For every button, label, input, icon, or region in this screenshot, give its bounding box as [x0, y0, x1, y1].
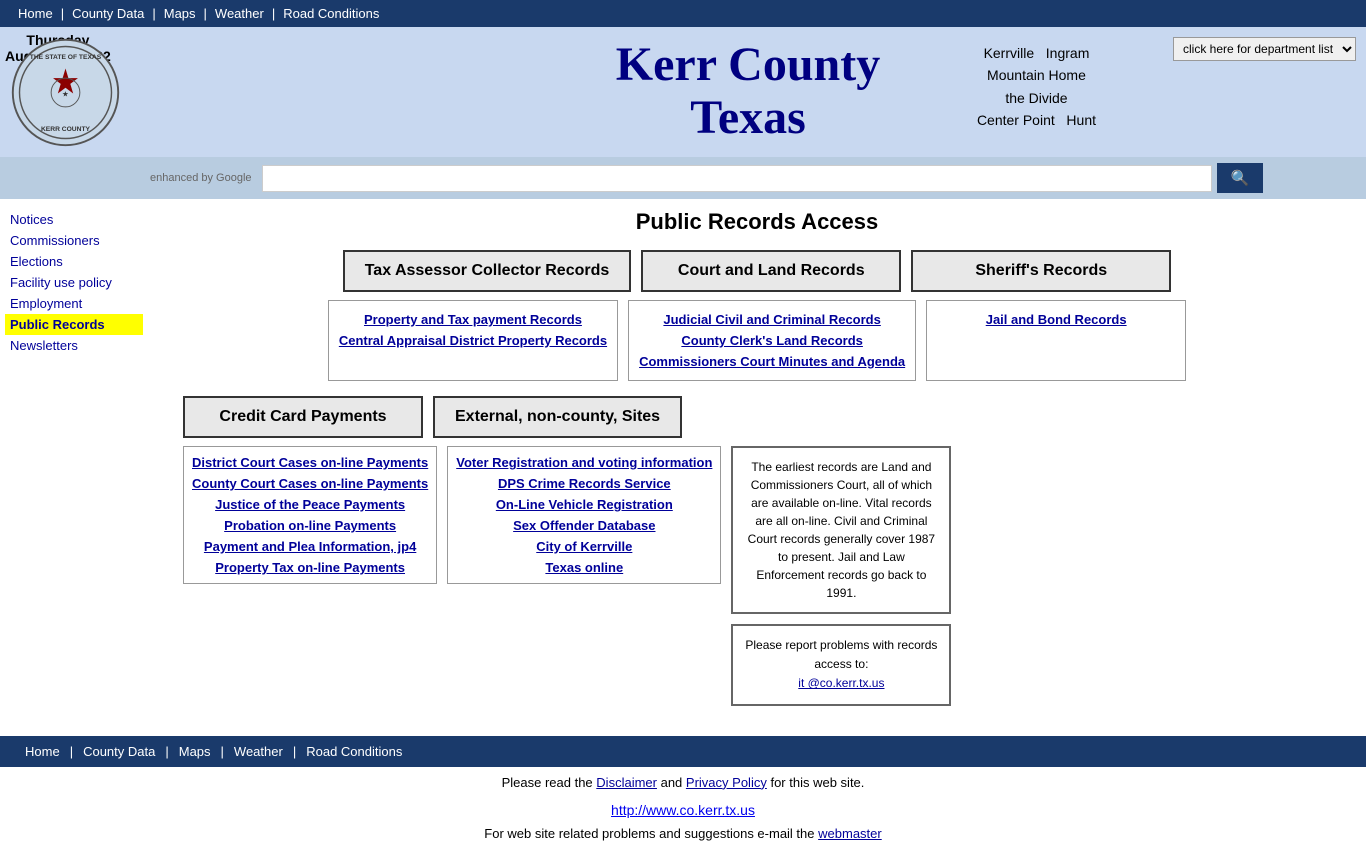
link-property-tax[interactable]: Property and Tax payment Records: [339, 309, 607, 330]
link-property-tax-online[interactable]: Property Tax on-line Payments: [192, 557, 428, 578]
nav-road-conditions[interactable]: Road Conditions: [275, 4, 387, 23]
link-texas-online[interactable]: Texas online: [456, 557, 712, 578]
page-title: Public Records Access: [163, 209, 1351, 235]
nav-maps[interactable]: Maps: [156, 4, 204, 23]
footer-url: http://www.co.kerr.tx.us: [0, 798, 1366, 822]
link-dps-crime[interactable]: DPS Crime Records Service: [456, 473, 712, 494]
footer-nav-county[interactable]: County Data: [73, 742, 165, 761]
link-probation[interactable]: Probation on-line Payments: [192, 515, 428, 536]
link-county-court[interactable]: County Court Cases on-line Payments: [192, 473, 428, 494]
link-district-court[interactable]: District Court Cases on-line Payments: [192, 452, 428, 473]
cat-sheriff[interactable]: Sheriff's Records: [911, 250, 1171, 292]
category-top-row: Tax Assessor Collector Records Court and…: [163, 250, 1351, 292]
external-links-box: Voter Registration and voting informatio…: [447, 446, 721, 584]
footer-nav-weather[interactable]: Weather: [224, 742, 293, 761]
seal-svg: THE STATE OF TEXAS KERR COUNTY ★: [8, 35, 123, 150]
footer-navigation: Home | County Data | Maps | Weather | Ro…: [0, 736, 1366, 767]
sidebar-item-commissioners[interactable]: Commissioners: [5, 230, 143, 251]
search-input[interactable]: [262, 165, 1212, 192]
cat-tax-assessor[interactable]: Tax Assessor Collector Records: [343, 250, 632, 292]
sidebar-item-elections[interactable]: Elections: [5, 251, 143, 272]
nav-home[interactable]: Home: [10, 4, 61, 23]
footer-email-line: For web site related problems and sugges…: [0, 822, 1366, 845]
top-navigation: Home | County Data | Maps | Weather | Ro…: [0, 0, 1366, 27]
dept-dropdown[interactable]: click here for department list: [1173, 37, 1356, 61]
link-jp-payments[interactable]: Justice of the Peace Payments: [192, 494, 428, 515]
link-judicial[interactable]: Judicial Civil and Criminal Records: [639, 309, 905, 330]
svg-text:KERR COUNTY: KERR COUNTY: [40, 125, 90, 132]
court-sub-box: Judicial Civil and Criminal Records Coun…: [628, 300, 916, 381]
svg-text:THE STATE OF TEXAS: THE STATE OF TEXAS: [29, 53, 101, 60]
credit-links-box: District Court Cases on-line Payments Co…: [183, 446, 437, 584]
external-sites-header[interactable]: External, non-county, Sites: [433, 396, 682, 438]
tax-sub-box: Property and Tax payment Records Central…: [328, 300, 618, 381]
link-vehicle-reg[interactable]: On-Line Vehicle Registration: [456, 494, 712, 515]
payments-detail-row: District Court Cases on-line Payments Co…: [163, 446, 1351, 706]
footer-bottom: Please read the Disclaimer and Privacy P…: [0, 767, 1366, 798]
footer-nav-home[interactable]: Home: [15, 742, 70, 761]
link-commissioners-court[interactable]: Commissioners Court Minutes and Agenda: [639, 351, 905, 372]
link-voter-reg[interactable]: Voter Registration and voting informatio…: [456, 452, 712, 473]
link-jail-bond[interactable]: Jail and Bond Records: [937, 309, 1175, 330]
content-area: Public Records Access Tax Assessor Colle…: [148, 199, 1366, 716]
header: Thursday August 11, 2022 THE STATE OF TE…: [0, 27, 1366, 157]
credit-card-header[interactable]: Credit Card Payments: [183, 396, 423, 438]
nav-county-data[interactable]: County Data: [64, 4, 152, 23]
svg-text:★: ★: [62, 89, 69, 98]
search-label: enhanced by Google: [150, 172, 252, 184]
sidebar-item-facility[interactable]: Facility use policy: [5, 272, 143, 293]
dept-dropdown-container: click here for department list: [1173, 37, 1356, 61]
payments-header-row: Credit Card Payments External, non-count…: [163, 396, 1351, 438]
sidebar-item-public-records[interactable]: Public Records: [5, 314, 143, 335]
privacy-link[interactable]: Privacy Policy: [686, 775, 767, 790]
footer-nav-road[interactable]: Road Conditions: [296, 742, 412, 761]
report-email[interactable]: it @co.kerr.tx.us: [798, 676, 884, 690]
sheriff-sub-box: Jail and Bond Records: [926, 300, 1186, 381]
cities-list: Kerrville Ingram Mountain Home the Divid…: [977, 42, 1096, 132]
link-plea-info[interactable]: Payment and Plea Information, jp4: [192, 536, 428, 557]
search-bar: enhanced by Google 🔍: [0, 157, 1366, 199]
main-wrapper: Notices Commissioners Elections Facility…: [0, 199, 1366, 716]
county-seal: THE STATE OF TEXAS KERR COUNTY ★: [0, 27, 130, 157]
search-button[interactable]: 🔍: [1217, 163, 1264, 193]
link-kerrville[interactable]: City of Kerrville: [456, 536, 712, 557]
link-sex-offender[interactable]: Sex Offender Database: [456, 515, 712, 536]
info-box: The earliest records are Land and Commis…: [731, 446, 951, 614]
sub-links-row: Property and Tax payment Records Central…: [163, 300, 1351, 381]
sidebar-item-notices[interactable]: Notices: [5, 209, 143, 230]
link-county-clerk[interactable]: County Clerk's Land Records: [639, 330, 905, 351]
disclaimer-link[interactable]: Disclaimer: [596, 775, 657, 790]
sidebar-item-newsletters[interactable]: Newsletters: [5, 335, 143, 356]
county-url-link[interactable]: http://www.co.kerr.tx.us: [611, 802, 755, 818]
nav-weather[interactable]: Weather: [207, 4, 272, 23]
cat-court-land[interactable]: Court and Land Records: [641, 250, 901, 292]
link-central-appraisal[interactable]: Central Appraisal District Property Reco…: [339, 330, 607, 351]
webmaster-link[interactable]: webmaster: [818, 826, 882, 841]
sidebar-item-employment[interactable]: Employment: [5, 293, 143, 314]
report-box: Please report problems with records acce…: [731, 624, 951, 706]
footer-nav-maps[interactable]: Maps: [169, 742, 221, 761]
sidebar: Notices Commissioners Elections Facility…: [0, 199, 148, 716]
